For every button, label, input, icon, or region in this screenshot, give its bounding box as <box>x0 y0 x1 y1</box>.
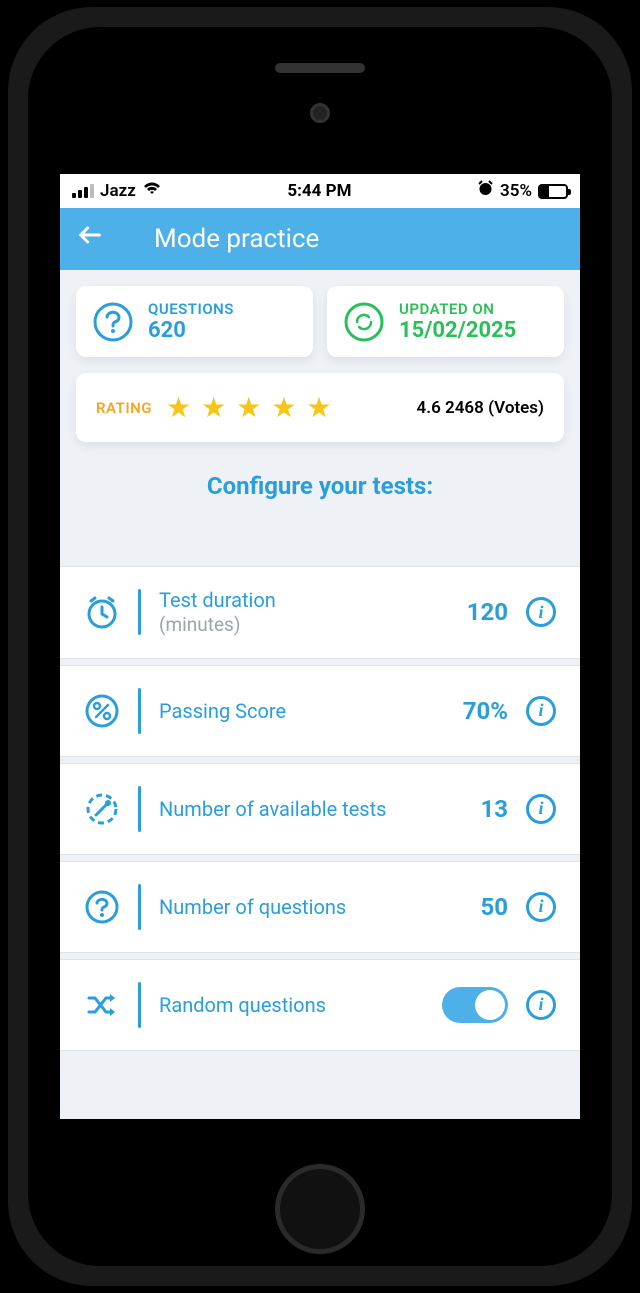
status-time: 5:44 PM <box>287 181 351 201</box>
target-icon <box>84 791 120 827</box>
home-button[interactable] <box>275 1164 365 1254</box>
config-label: Passing Score <box>159 698 430 724</box>
signal-icon <box>72 184 94 198</box>
config-value-passing: 70% <box>448 697 508 725</box>
divider <box>138 786 141 832</box>
shuffle-icon <box>84 987 120 1023</box>
rating-stars: ★ ★ ★ ★ ★ <box>166 391 332 424</box>
star-icon: ★ <box>236 391 261 424</box>
config-label: Number of available tests <box>159 796 430 822</box>
config-row-tests[interactable]: Number of available tests 13 i <box>60 763 580 855</box>
configure-heading: Configure your tests: <box>76 472 564 500</box>
config-list: Test duration (minutes) 120 i Passing Sc… <box>60 566 580 1051</box>
status-left: Jazz <box>72 181 162 201</box>
status-bar: Jazz 5:44 PM 35% <box>60 174 580 208</box>
phone-frame: Jazz 5:44 PM 35% <box>4 3 636 1290</box>
divider <box>138 884 141 930</box>
info-button[interactable]: i <box>526 990 556 1020</box>
wifi-icon <box>142 181 162 201</box>
info-row: QUESTIONS 620 UPDATED ON 15/02/2025 <box>76 286 564 357</box>
questions-label: QUESTIONS <box>148 300 234 318</box>
updated-card: UPDATED ON 15/02/2025 <box>327 286 564 357</box>
star-icon: ★ <box>201 391 226 424</box>
battery-pct: 35% <box>500 181 532 201</box>
question-circle-icon <box>92 301 134 343</box>
questions-card: QUESTIONS 620 <box>76 286 313 357</box>
info-button[interactable]: i <box>526 892 556 922</box>
percent-icon <box>84 693 120 729</box>
nav-header: Mode practice <box>60 208 580 270</box>
updated-label: UPDATED ON <box>399 300 516 318</box>
config-label: Random questions <box>159 992 424 1018</box>
info-button[interactable]: i <box>526 597 556 627</box>
alarm-icon <box>477 180 494 202</box>
config-label: Test duration <box>159 587 430 613</box>
star-icon: ★ <box>166 391 191 424</box>
star-icon: ★ <box>271 391 296 424</box>
info-button[interactable]: i <box>526 794 556 824</box>
page-title: Mode practice <box>154 224 319 254</box>
config-row-random[interactable]: Random questions i <box>60 959 580 1051</box>
config-row-questions[interactable]: Number of questions 50 i <box>60 861 580 953</box>
divider <box>138 688 141 734</box>
screen: Jazz 5:44 PM 35% <box>60 174 580 1119</box>
status-right: 35% <box>477 180 568 202</box>
divider <box>138 589 141 635</box>
config-value-questions: 50 <box>448 893 508 921</box>
config-label: Number of questions <box>159 894 430 920</box>
clock-icon <box>84 594 120 630</box>
phone-inner: Jazz 5:44 PM 35% <box>28 27 612 1266</box>
question-icon <box>84 889 120 925</box>
rating-label: RATING <box>96 399 152 417</box>
battery-icon <box>538 184 568 199</box>
phone-speaker <box>275 63 365 73</box>
config-value-duration: 120 <box>448 598 508 626</box>
random-toggle[interactable] <box>442 987 508 1023</box>
rating-votes: 4.6 2468 (Votes) <box>417 398 544 418</box>
refresh-icon <box>343 301 385 343</box>
info-section: QUESTIONS 620 UPDATED ON 15/02/2025 <box>60 270 580 566</box>
rating-card: RATING ★ ★ ★ ★ ★ 4.6 2468 (Votes) <box>76 373 564 442</box>
questions-value: 620 <box>148 318 234 343</box>
config-label-block: Test duration (minutes) <box>159 587 430 638</box>
config-row-duration[interactable]: Test duration (minutes) 120 i <box>60 566 580 659</box>
config-row-passing[interactable]: Passing Score 70% i <box>60 665 580 757</box>
back-button[interactable] <box>76 221 104 257</box>
carrier-label: Jazz <box>100 181 136 201</box>
divider <box>138 982 141 1028</box>
star-icon: ★ <box>306 391 331 424</box>
phone-camera <box>310 103 330 123</box>
info-button[interactable]: i <box>526 696 556 726</box>
updated-value: 15/02/2025 <box>399 318 516 343</box>
config-value-tests: 13 <box>448 795 508 823</box>
config-sublabel: (minutes) <box>159 613 430 638</box>
